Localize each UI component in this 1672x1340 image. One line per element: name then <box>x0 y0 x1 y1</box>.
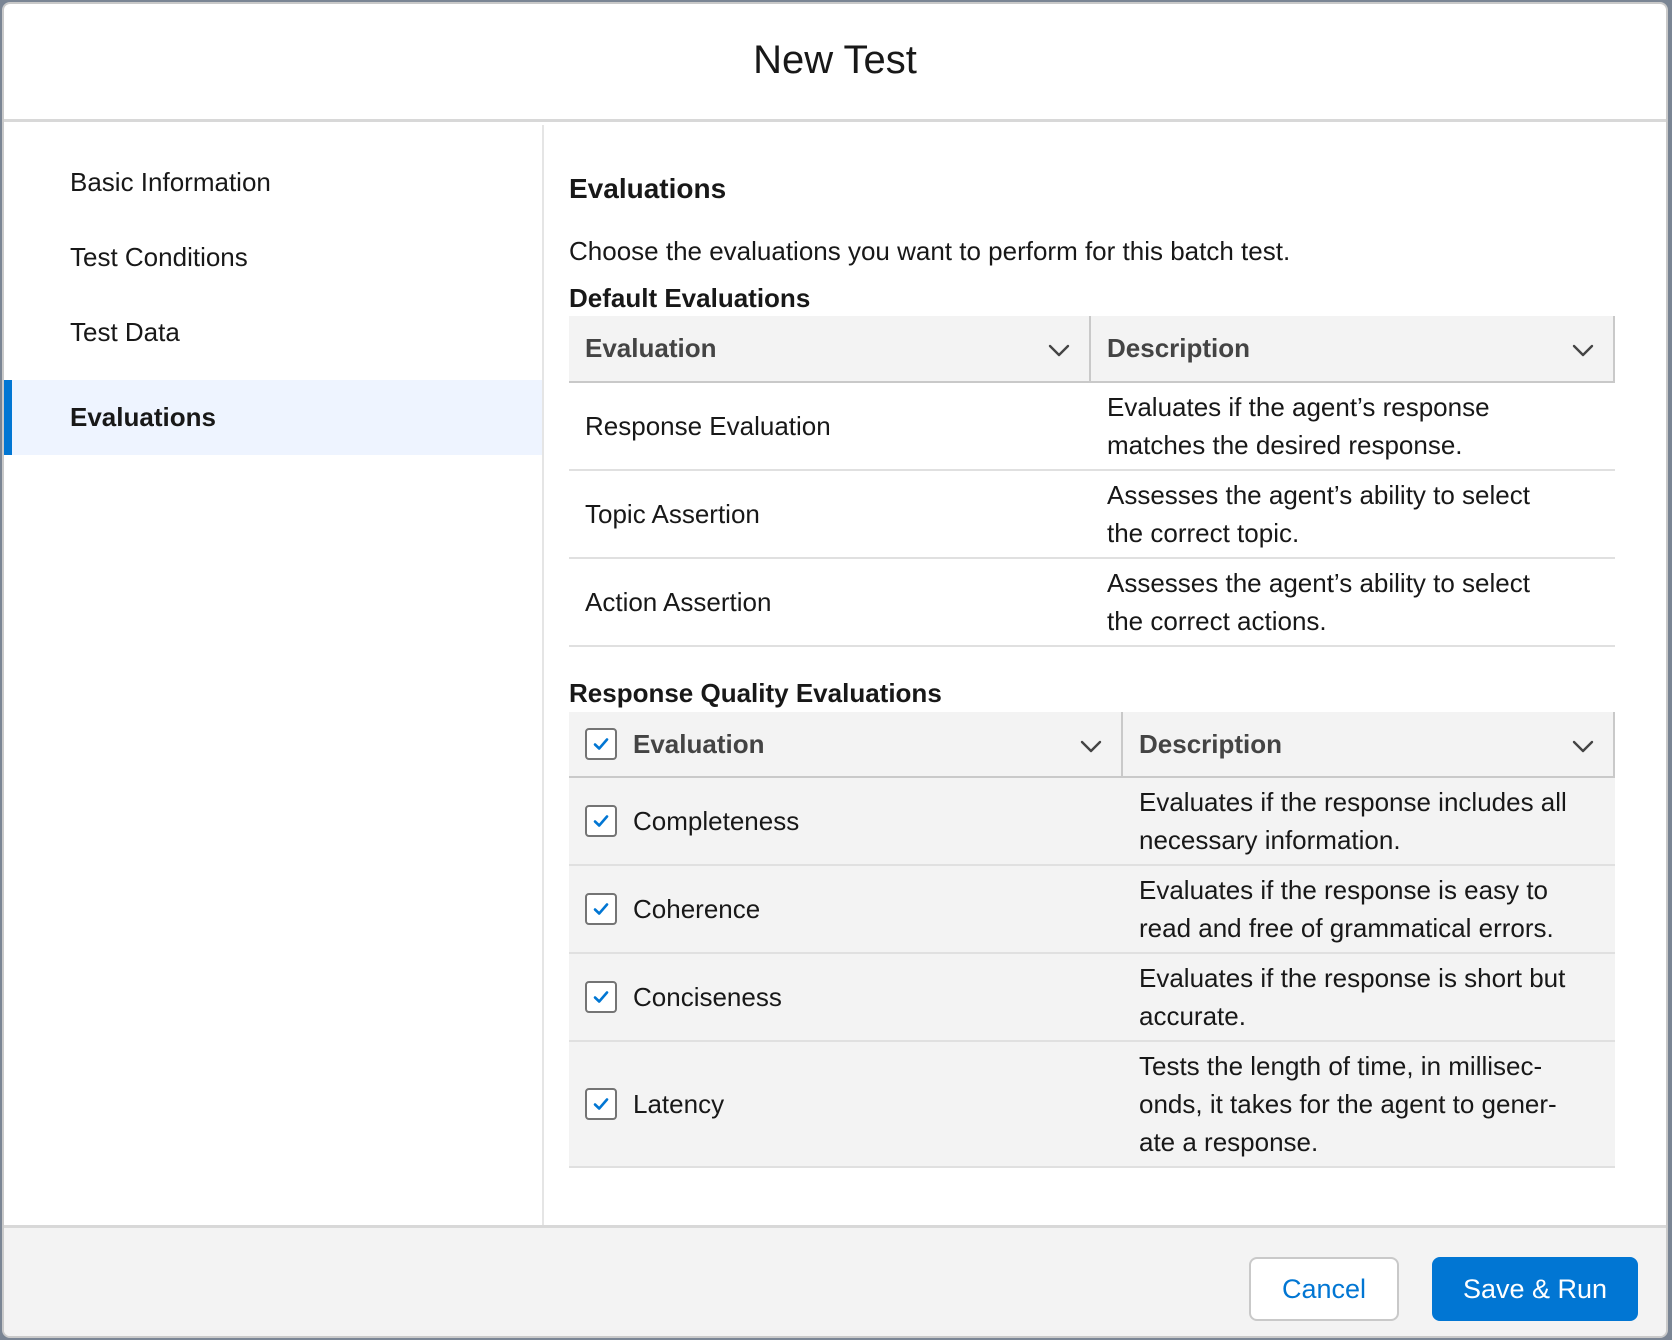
sidebar-nav: Basic Information Test Conditions Test D… <box>4 125 544 1225</box>
chevron-down-icon[interactable] <box>1079 734 1103 758</box>
evaluation-name: Response Evaluation <box>585 410 831 441</box>
evaluation-name: Coherence <box>633 893 761 924</box>
table-row: Conciseness Evaluates if the response is… <box>569 954 1615 1042</box>
evaluation-name: Latency <box>633 1088 725 1119</box>
default-evaluations-title: Default Evaluations <box>569 283 811 313</box>
select-all-checkbox[interactable] <box>585 728 617 760</box>
latency-checkbox[interactable] <box>585 1088 617 1120</box>
save-and-run-button[interactable]: Save & Run <box>1432 1257 1638 1321</box>
table-row: Latency Tests the length of time, in mil… <box>569 1042 1615 1168</box>
sidebar-item-label: Evaluations <box>70 402 216 432</box>
completeness-checkbox[interactable] <box>585 805 617 837</box>
default-evaluations-table: Evaluation Description Response Evaluati… <box>569 316 1615 647</box>
evaluation-name: Conciseness <box>633 981 782 1012</box>
check-icon <box>593 815 609 827</box>
response-quality-evaluations-title: Response Quality Evaluations <box>569 678 942 708</box>
row-checkbox-cell <box>569 1042 633 1166</box>
row-checkbox-cell <box>569 954 633 1040</box>
sidebar-item-test-data[interactable]: Test Data <box>4 295 542 370</box>
table-row: Topic Assertion Assesses the agent’s abi… <box>569 471 1615 559</box>
modal-header: New Test <box>4 4 1666 122</box>
table-header: Evaluation Description <box>569 316 1615 383</box>
column-header-evaluation[interactable]: Evaluation <box>633 712 1123 776</box>
table-row: Action Assertion Assesses the agent’s ab… <box>569 559 1615 647</box>
row-checkbox-cell <box>569 866 633 952</box>
sidebar-item-basic-information[interactable]: Basic Information <box>4 145 542 220</box>
table-row: Completeness Evaluates if the response i… <box>569 778 1615 866</box>
column-header-description[interactable]: Description <box>1091 316 1615 381</box>
modal-footer: Cancel Save & Run <box>4 1225 1666 1336</box>
sidebar-item-label: Basic Information <box>70 167 271 197</box>
evaluation-description: Evaluates if the agent’s response matches… <box>1107 392 1490 460</box>
row-checkbox-cell <box>569 778 633 864</box>
sidebar-item-test-conditions[interactable]: Test Conditions <box>4 220 542 295</box>
evaluation-description: Assesses the agent’s ability to select th… <box>1107 568 1530 636</box>
response-quality-table: Evaluation Description Completeness Eval… <box>569 712 1615 1168</box>
sidebar-item-label: Test Conditions <box>70 242 248 272</box>
chevron-down-icon[interactable] <box>1047 338 1071 362</box>
table-row: Coherence Evaluates if the response is e… <box>569 866 1615 954</box>
sidebar-item-evaluations[interactable]: Evaluations <box>4 380 542 455</box>
check-icon <box>593 1098 609 1110</box>
evaluation-name: Topic Assertion <box>585 498 760 529</box>
evaluation-description: Evaluates if the response includes all ne… <box>1139 787 1567 855</box>
column-header-evaluation[interactable]: Evaluation <box>569 316 1091 381</box>
sidebar-item-label: Test Data <box>70 317 180 347</box>
check-icon <box>593 738 609 750</box>
modal-title: New Test <box>753 38 917 82</box>
cancel-button[interactable]: Cancel <box>1249 1257 1399 1321</box>
check-icon <box>593 903 609 915</box>
evaluation-description: Assesses the agent’s ability to select th… <box>1107 480 1530 548</box>
section-description: Choose the evaluations you want to perfo… <box>569 236 1291 266</box>
evaluation-description: Evaluates if the response is easy to read… <box>1139 875 1554 943</box>
check-icon <box>593 991 609 1003</box>
chevron-down-icon[interactable] <box>1571 338 1595 362</box>
section-title: Evaluations <box>569 173 727 204</box>
conciseness-checkbox[interactable] <box>585 981 617 1013</box>
evaluation-name: Action Assertion <box>585 586 772 617</box>
evaluation-name: Completeness <box>633 805 800 836</box>
select-all-cell <box>569 712 633 776</box>
column-header-description[interactable]: Description <box>1123 712 1615 776</box>
evaluation-description: Evaluates if the response is short but ac… <box>1139 963 1566 1031</box>
coherence-checkbox[interactable] <box>585 893 617 925</box>
table-header: Evaluation Description <box>569 712 1615 778</box>
chevron-down-icon[interactable] <box>1571 734 1595 758</box>
table-row: Response Evaluation Evaluates if the age… <box>569 383 1615 471</box>
evaluation-description: Tests the length of time, in millisec-on… <box>1139 1051 1557 1157</box>
new-test-modal: New Test Basic Information Test Conditio… <box>2 2 1668 1338</box>
